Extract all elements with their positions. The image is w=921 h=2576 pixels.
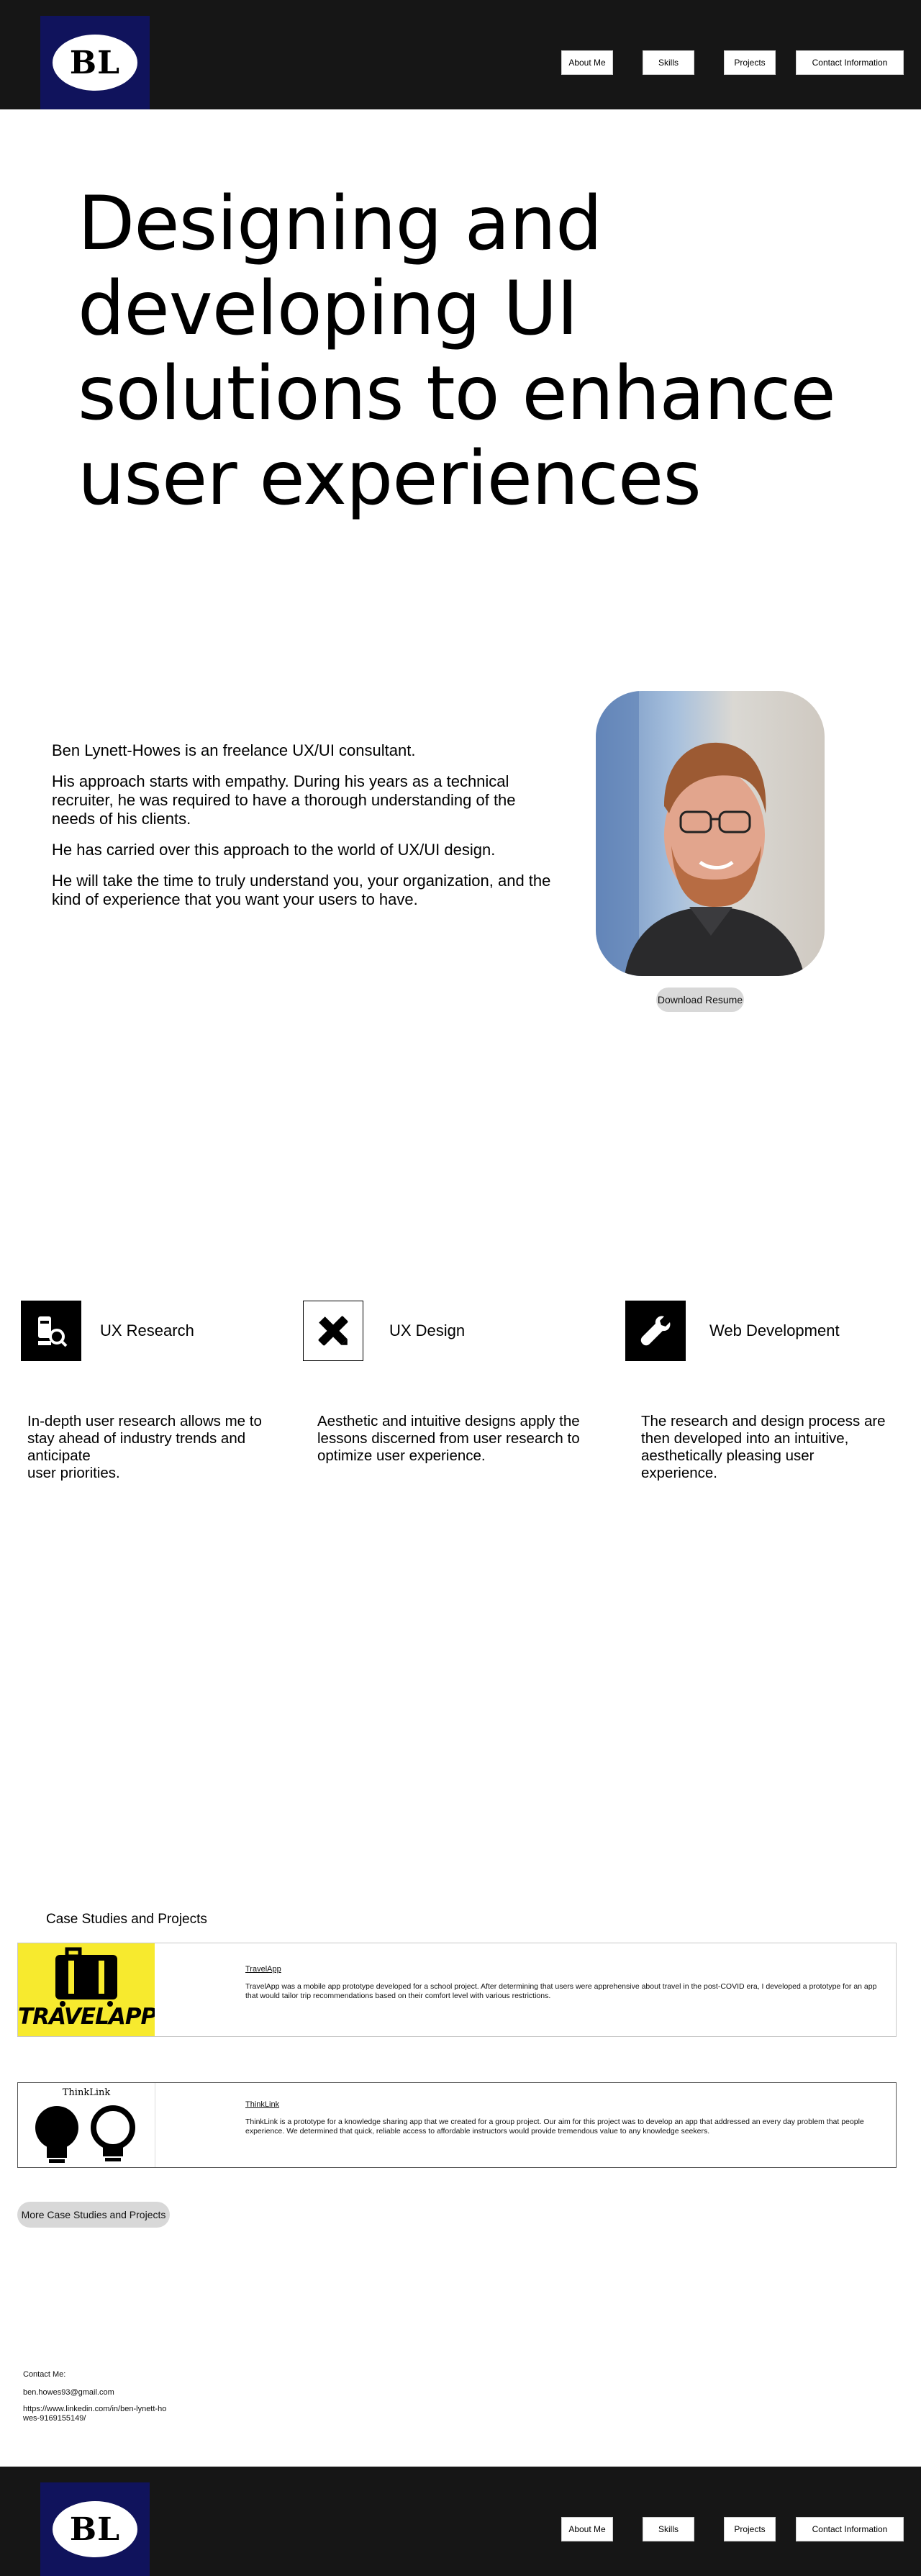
skill-title-web-development: Web Development <box>709 1321 840 1339</box>
case-study-card-thinklink[interactable]: ThinkLink ThinkLink ThinkLink is a proto… <box>17 2082 897 2168</box>
nav-skills[interactable]: Skills <box>643 50 694 75</box>
logo[interactable]: BL <box>40 16 150 109</box>
about-paragraph: He has carried over this approach to the… <box>52 841 496 859</box>
about-paragraph: Ben Lynett-Howes is an freelance UX/UI c… <box>52 741 416 759</box>
case-study-card-travelapp[interactable]: TRAVELAPP TravelApp TravelApp was a mobi… <box>17 1943 897 2037</box>
footer-logo[interactable]: BL <box>40 2482 150 2576</box>
travelapp-thumbnail: TRAVELAPP <box>18 1943 155 2036</box>
design-tools-icon <box>303 1301 363 1361</box>
wrench-icon <box>625 1301 686 1361</box>
footer-logo-oval: BL <box>53 2501 137 2557</box>
research-icon <box>21 1301 81 1361</box>
travelapp-title-link[interactable]: TravelApp <box>245 1965 281 1974</box>
footer-nav-about-me[interactable]: About Me <box>561 2517 613 2541</box>
thinklink-description: ThinkLink is a prototype for a knowledge… <box>245 2118 864 2136</box>
case-studies-heading: Case Studies and Projects <box>46 1912 207 1927</box>
footer-nav-contact-information[interactable]: Contact Information <box>796 2517 904 2541</box>
skill-title-ux-design: UX Design <box>389 1321 466 1339</box>
logo-text: BL <box>69 44 121 81</box>
footer-nav-projects[interactable]: Projects <box>724 2517 776 2541</box>
skill-desc-ux-research: In-depth user research allows me to stay… <box>27 1413 262 1481</box>
contact-linkedin[interactable]: https://www.linkedin.com/in/ben-lynett-h… <box>23 2405 167 2423</box>
logo-oval: BL <box>53 35 137 91</box>
hero-headline: Designing and developing UI solutions to… <box>78 181 836 522</box>
skill-desc-ux-design: Aesthetic and intuitive designs apply th… <box>317 1413 580 1464</box>
contact-label: Contact Me: <box>23 2370 66 2379</box>
footer-logo-text: BL <box>69 2511 121 2548</box>
about-paragraph: His approach starts with empathy. During… <box>52 772 516 828</box>
about-text: Ben Lynett-Howes is an freelance UX/UI c… <box>52 741 555 921</box>
thinklink-title-link[interactable]: ThinkLink <box>245 2100 279 2109</box>
about-paragraph: He will take the time to truly understan… <box>52 872 551 908</box>
nav-projects[interactable]: Projects <box>724 50 776 75</box>
nav-contact-information[interactable]: Contact Information <box>796 50 904 75</box>
footer-bar: BL About Me Skills Projects Contact Info… <box>0 2467 921 2576</box>
travelapp-logo-text: TRAVELAPP <box>18 2004 155 2030</box>
footer-nav-skills[interactable]: Skills <box>643 2517 694 2541</box>
top-header: BL About Me Skills Projects Contact Info… <box>0 0 921 109</box>
contact-email[interactable]: ben.howes93@gmail.com <box>23 2388 114 2397</box>
skill-title-ux-research: UX Research <box>100 1321 194 1339</box>
profile-photo <box>596 691 825 976</box>
thinklink-thumbnail: ThinkLink <box>18 2083 155 2167</box>
travelapp-description: TravelApp was a mobile app prototype dev… <box>245 1982 877 2000</box>
more-case-studies-button[interactable]: More Case Studies and Projects <box>17 2202 170 2228</box>
nav-about-me[interactable]: About Me <box>561 50 613 75</box>
skill-desc-web-development: The research and design process are then… <box>641 1413 886 1481</box>
download-resume-button[interactable]: Download Resume <box>656 988 744 1012</box>
